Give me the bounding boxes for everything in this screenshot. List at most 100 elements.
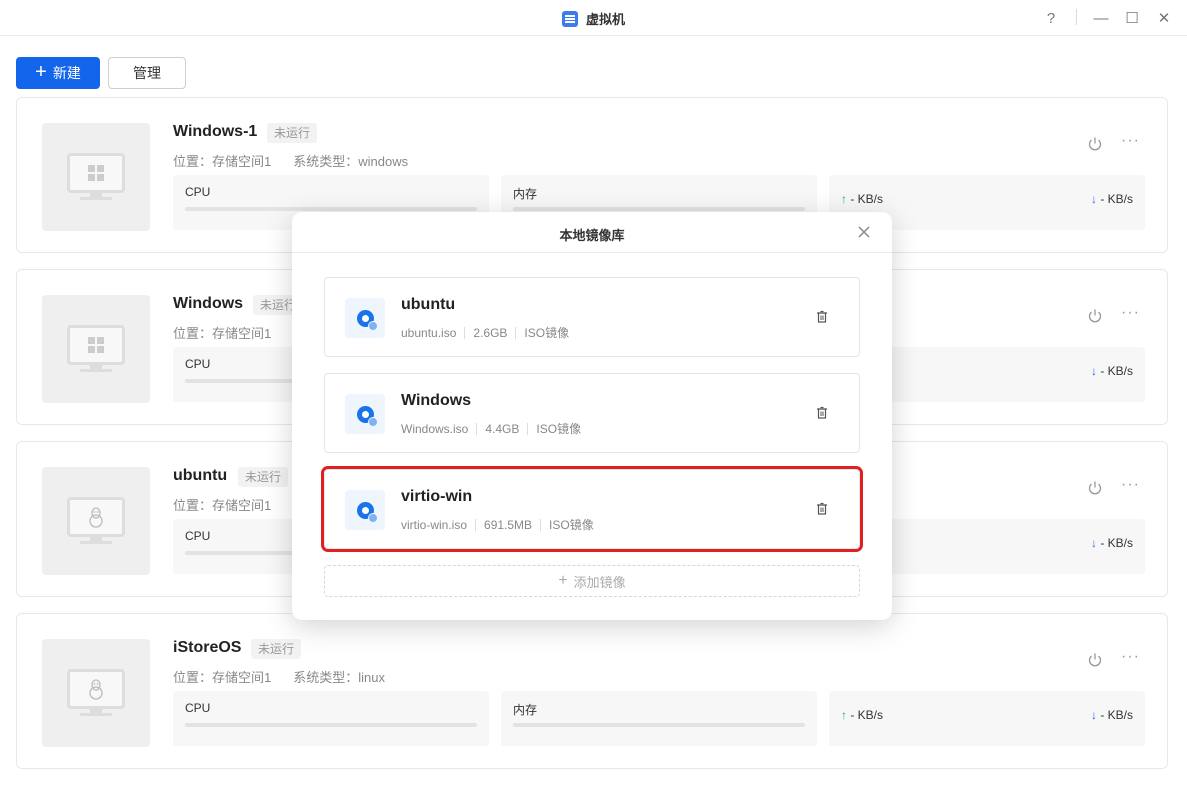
iso-type: ISO镜像 [549, 518, 594, 532]
meta-divider [464, 326, 466, 339]
manage-button[interactable]: 管理 [108, 57, 186, 89]
plus-icon: + [558, 572, 568, 589]
cpu-label: CPU [185, 357, 211, 371]
download-value: - KB/s [1100, 708, 1133, 722]
vm-thumbnail [42, 123, 150, 231]
close-window-icon[interactable]: ✕ [1154, 8, 1174, 28]
arrow-down-icon: ↓ [1090, 192, 1097, 206]
vm-os-type: 系统类型：windows [293, 154, 409, 169]
iso-size: 691.5MB [484, 517, 533, 532]
iso-name: Windows [401, 392, 472, 409]
close-icon[interactable] [856, 224, 872, 240]
download-value: - KB/s [1100, 364, 1133, 378]
monitor-base [80, 197, 112, 200]
iso-item-virtio-win[interactable]: virtio-win virtio-win.iso 691.5MB ISO镜像 [321, 466, 863, 552]
upload-rate: ↑ - KB/s [841, 192, 883, 206]
download-rate: ↓ - KB/s [1091, 364, 1133, 378]
iso-item-ubuntu[interactable]: ubuntu ubuntu.iso 2.6GB ISO镜像 [324, 277, 860, 357]
linux-icon [67, 497, 125, 537]
upload-value: - KB/s [850, 708, 884, 722]
vm-app-icon [562, 10, 578, 27]
download-value: - KB/s [1100, 536, 1133, 550]
more-icon[interactable]: ··· [1121, 304, 1140, 322]
meta-divider [476, 422, 478, 435]
iso-meta: virtio-win.iso 691.5MB ISO镜像 [401, 516, 594, 533]
title-bar: 虚拟机 ? — ☐ ✕ [0, 0, 1187, 36]
vm-name: Windows [173, 295, 244, 312]
cpu-label: CPU [185, 529, 211, 543]
new-vm-button[interactable]: + 新建 [16, 57, 100, 89]
download-rate: ↓ - KB/s [1091, 192, 1133, 206]
vm-card[interactable]: iStoreOS 未运行 位置：存储空间1 系统类型：linux CPU 内存 ↑… [16, 613, 1168, 769]
add-image-button[interactable]: + 添加镜像 [324, 565, 860, 597]
trash-icon[interactable] [815, 310, 829, 324]
power-icon[interactable] [1087, 652, 1103, 668]
arrow-up-icon: ↑ [841, 708, 847, 722]
iso-item-windows[interactable]: Windows Windows.iso 4.4GB ISO镜像 [324, 373, 860, 453]
iso-type: ISO镜像 [524, 326, 570, 340]
window-title-group: 虚拟机 [562, 9, 625, 28]
iso-meta: ubuntu.iso 2.6GB ISO镜像 [401, 324, 569, 341]
more-icon[interactable]: ··· [1121, 132, 1140, 150]
iso-size: 2.6GB [473, 325, 508, 340]
plus-icon: + [35, 61, 47, 83]
disc-icon [345, 490, 385, 530]
vm-location: 位置：存储空间1 [173, 498, 272, 513]
meta-divider [527, 422, 529, 435]
memory-metric: 内存 [501, 691, 817, 746]
vm-name: Windows-1 [173, 123, 258, 140]
cpu-usage-bar [185, 207, 477, 211]
maximize-icon[interactable]: ☐ [1122, 8, 1142, 28]
memory-label: 内存 [513, 187, 538, 201]
vm-location: 位置：存储空间1 [173, 670, 272, 685]
titlebar-divider [1076, 9, 1077, 25]
vm-meta: 位置：存储空间1 系统类型：windows [173, 151, 408, 170]
iso-type: ISO镜像 [536, 422, 582, 436]
vm-name: ubuntu [173, 467, 228, 484]
vm-meta: 位置：存储空间1 [173, 495, 271, 514]
power-icon[interactable] [1087, 308, 1103, 324]
more-icon[interactable]: ··· [1121, 648, 1140, 666]
download-value: - KB/s [1100, 192, 1133, 206]
vm-location: 位置：存储空间1 [173, 326, 272, 341]
dialog-title: 本地镜像库 [559, 228, 625, 243]
windows-icon [67, 325, 125, 365]
vm-thumbnail [42, 295, 150, 403]
iso-name: virtio-win [401, 488, 473, 505]
trash-icon[interactable] [815, 406, 829, 420]
upload-value: - KB/s [850, 192, 884, 206]
more-icon[interactable]: ··· [1121, 476, 1140, 494]
arrow-up-icon: ↑ [841, 192, 847, 206]
trash-icon[interactable] [815, 502, 829, 516]
cpu-metric: CPU [173, 691, 489, 746]
help-icon[interactable]: ? [1041, 8, 1061, 28]
memory-label: 内存 [513, 703, 538, 717]
cpu-label: CPU [185, 185, 211, 199]
vm-meta: 位置：存储空间1 [173, 323, 271, 342]
memory-usage-bar [513, 207, 805, 211]
download-rate: ↓ - KB/s [1091, 536, 1133, 550]
vm-location: 位置：存储空间1 [173, 154, 272, 169]
power-icon[interactable] [1087, 136, 1103, 152]
arrow-down-icon: ↓ [1090, 536, 1097, 550]
monitor-base [80, 541, 112, 544]
linux-icon [67, 669, 125, 709]
iso-meta: Windows.iso 4.4GB ISO镜像 [401, 420, 581, 437]
download-rate: ↓ - KB/s [1091, 708, 1133, 722]
vm-status-badge: 未运行 [251, 639, 302, 659]
meta-divider [540, 518, 542, 531]
cpu-label: CPU [185, 701, 211, 715]
disc-icon [345, 394, 385, 434]
disc-icon [345, 298, 385, 338]
dialog-header: 本地镜像库 [292, 212, 892, 253]
window-title: 虚拟机 [586, 12, 626, 27]
vm-os-type: 系统类型：linux [293, 670, 385, 685]
arrow-down-icon: ↓ [1090, 708, 1097, 722]
minimize-icon[interactable]: — [1091, 8, 1111, 28]
arrow-down-icon: ↓ [1090, 364, 1097, 378]
iso-file: ubuntu.iso [401, 325, 457, 340]
add-image-label: 添加镜像 [573, 574, 626, 590]
power-icon[interactable] [1087, 480, 1103, 496]
memory-usage-bar [513, 723, 805, 727]
vm-status-badge: 未运行 [267, 123, 318, 143]
